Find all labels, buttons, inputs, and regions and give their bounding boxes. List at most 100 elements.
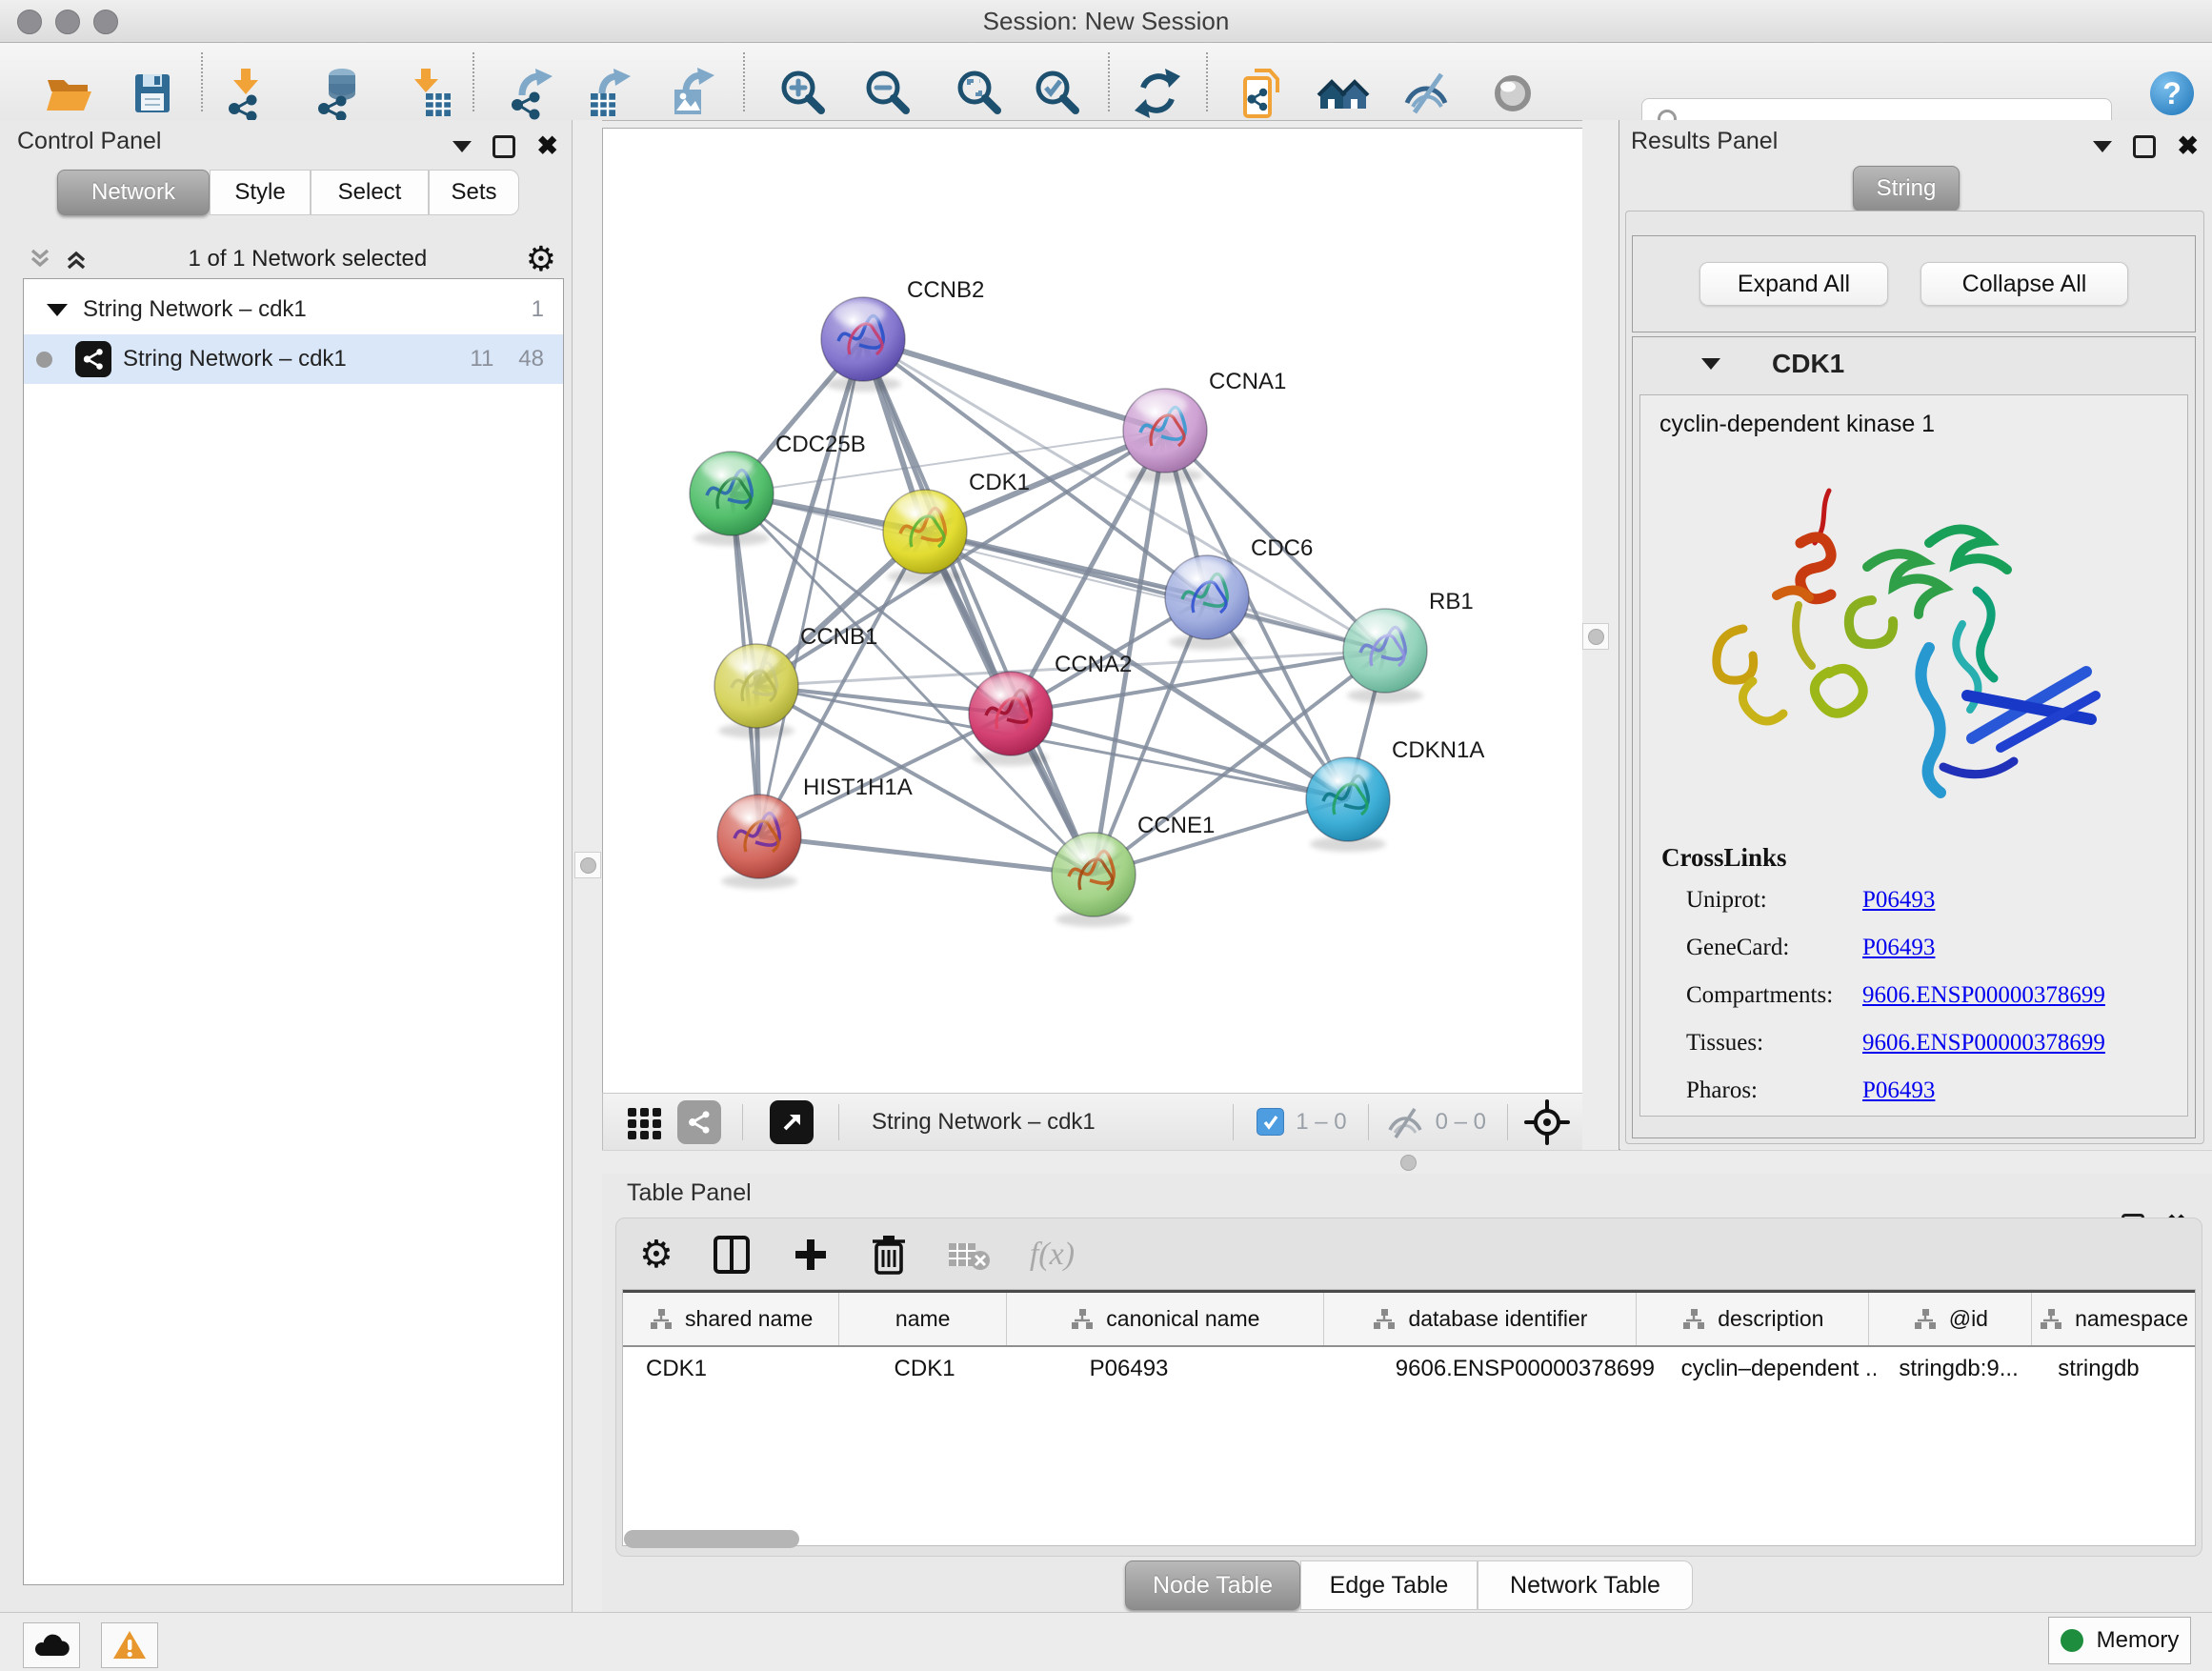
- import-table-file-icon[interactable]: [399, 63, 460, 124]
- crosslink-compartments[interactable]: 9606.ENSP00000378699: [1862, 982, 2105, 1009]
- collapse-all-icon[interactable]: [27, 246, 53, 272]
- toolbar-separator: [201, 52, 203, 111]
- crosslink-label: GeneCard:: [1686, 935, 1862, 961]
- import-network-database-icon[interactable]: [308, 63, 369, 124]
- crosslink-pharos[interactable]: P06493: [1862, 1077, 2105, 1104]
- left-splitter[interactable]: [573, 120, 602, 1612]
- show-columns-icon[interactable]: [712, 1234, 752, 1276]
- window-minimize-icon[interactable]: [55, 10, 80, 34]
- panel-close-icon[interactable]: ✖: [2177, 133, 2199, 159]
- export-network-icon[interactable]: [501, 63, 562, 124]
- panel-menu-icon[interactable]: [2093, 141, 2112, 152]
- hidden-elements-icon[interactable]: [1384, 1103, 1426, 1141]
- window-zoom-icon[interactable]: [93, 10, 118, 34]
- selected-nodes-checkbox[interactable]: [1257, 1108, 1284, 1136]
- gene-section-header[interactable]: CDK1: [1633, 337, 2195, 391]
- new-network-from-selection-icon[interactable]: [1234, 63, 1295, 124]
- zoom-fit-icon[interactable]: [949, 63, 1010, 124]
- network-name: String Network – cdk1: [123, 346, 347, 372]
- network-node-CCNB2[interactable]: CCNB2: [821, 277, 984, 392]
- cell-namespace: stringdb: [2035, 1347, 2195, 1391]
- network-view[interactable]: CCNB2CCNA1CDC25BCDK1CDC6RB1CCNB1CCNA2CDK…: [602, 128, 1583, 1095]
- horizontal-splitter-handle[interactable]: [1400, 1155, 1417, 1171]
- shared-column-icon: [1681, 1307, 1706, 1332]
- column-header-database-identifier[interactable]: database identifier: [1324, 1293, 1638, 1345]
- column-header-name[interactable]: name: [839, 1293, 1007, 1345]
- import-network-file-icon[interactable]: [216, 63, 277, 124]
- preview-eye-icon[interactable]: [1482, 63, 1543, 124]
- right-splitter[interactable]: [1582, 120, 1620, 1150]
- zoom-selected-icon[interactable]: [1027, 63, 1088, 124]
- help-icon[interactable]: ?: [2142, 63, 2202, 124]
- panel-float-icon[interactable]: [2133, 135, 2156, 158]
- network-canvas[interactable]: CCNB2CCNA1CDC25BCDK1CDC6RB1CCNB1CCNA2CDK…: [603, 129, 1582, 1094]
- tree-expander-icon[interactable]: [47, 304, 68, 316]
- crosslink-genecard[interactable]: P06493: [1862, 935, 2105, 961]
- collapse-all-button[interactable]: Collapse All: [1920, 262, 2128, 306]
- network-node-RB1[interactable]: RB1: [1343, 589, 1474, 703]
- open-session-icon[interactable]: [38, 63, 99, 124]
- panel-float-icon[interactable]: [493, 135, 515, 158]
- crosslink-tissues[interactable]: 9606.ENSP00000378699: [1862, 1030, 2105, 1057]
- right-splitter-handle[interactable]: [1582, 623, 1609, 650]
- network-node-HIST1H1A[interactable]: HIST1H1A: [717, 775, 913, 889]
- export-image-icon[interactable]: [663, 63, 724, 124]
- save-session-icon[interactable]: [122, 63, 183, 124]
- birdseye-view-icon[interactable]: [770, 1100, 814, 1144]
- table-row[interactable]: CDK1 CDK1 P06493 9606.ENSP00000378699 cy…: [623, 1347, 2195, 1391]
- delete-column-icon[interactable]: [870, 1233, 908, 1277]
- network-edge[interactable]: [925, 532, 1385, 651]
- expand-all-button[interactable]: Expand All: [1699, 262, 1888, 306]
- network-edge[interactable]: [759, 339, 863, 836]
- shared-column-icon: [2039, 1307, 2063, 1332]
- fit-selected-crosshair-icon[interactable]: [1523, 1098, 1571, 1146]
- tab-sets[interactable]: Sets: [429, 170, 519, 215]
- expand-all-icon[interactable]: [63, 246, 90, 272]
- tab-string[interactable]: String: [1853, 166, 1960, 211]
- panel-menu-icon[interactable]: [452, 141, 472, 152]
- column-header-canonical-name[interactable]: canonical name: [1007, 1293, 1324, 1345]
- panel-close-icon[interactable]: ✖: [536, 133, 558, 159]
- network-node-CCNA1[interactable]: CCNA1: [1123, 369, 1286, 483]
- network-share-icon[interactable]: [677, 1100, 721, 1144]
- network-collection-row[interactable]: String Network – cdk1 1: [24, 285, 563, 334]
- network-row-selected[interactable]: String Network – cdk1 11 48: [24, 334, 563, 384]
- network-options-gear-icon[interactable]: ⚙: [526, 242, 556, 276]
- export-table-icon[interactable]: [579, 63, 640, 124]
- tab-edge-table[interactable]: Edge Table: [1300, 1560, 1478, 1610]
- tab-network-table[interactable]: Network Table: [1478, 1560, 1693, 1610]
- network-node-CDKN1A[interactable]: CDKN1A: [1306, 737, 1484, 852]
- column-header-description[interactable]: description: [1637, 1293, 1869, 1345]
- warning-status-button[interactable]: [101, 1622, 158, 1668]
- table-options-gear-icon[interactable]: ⚙: [639, 1236, 674, 1274]
- cell-id: stringdb:9...: [1876, 1347, 2035, 1391]
- tab-select[interactable]: Select: [311, 170, 429, 215]
- tab-network[interactable]: Network: [57, 170, 210, 215]
- network-edge[interactable]: [863, 339, 1165, 431]
- tab-node-table[interactable]: Node Table: [1125, 1560, 1300, 1610]
- crosslink-uniprot[interactable]: P06493: [1862, 887, 2105, 914]
- horizontal-scrollbar-thumb[interactable]: [624, 1530, 799, 1548]
- create-column-icon[interactable]: [790, 1234, 832, 1276]
- toolbar-separator: [1108, 52, 1110, 111]
- left-splitter-handle[interactable]: [574, 852, 601, 878]
- hide-unhide-icon[interactable]: [1396, 63, 1457, 124]
- network-node-CDC6[interactable]: CDC6: [1165, 535, 1313, 650]
- toolbar-separator: [473, 52, 474, 111]
- zoom-out-icon[interactable]: [857, 63, 918, 124]
- window-close-icon[interactable]: [17, 10, 42, 34]
- home-icon[interactable]: [1313, 63, 1374, 124]
- column-header-namespace[interactable]: namespace: [2032, 1293, 2195, 1345]
- column-header-id[interactable]: @id: [1869, 1293, 2032, 1345]
- horizontal-splitter[interactable]: [602, 1150, 2212, 1176]
- zoom-in-icon[interactable]: [773, 63, 834, 124]
- cell-shared-name: CDK1: [623, 1347, 828, 1391]
- grid-view-icon[interactable]: [622, 1100, 666, 1144]
- refresh-icon[interactable]: [1127, 63, 1188, 124]
- node-label: CDK1: [969, 470, 1030, 495]
- network-edge[interactable]: [759, 836, 1094, 875]
- column-header-shared-name[interactable]: shared name: [623, 1293, 839, 1345]
- cloud-status-button[interactable]: [23, 1622, 80, 1668]
- memory-button[interactable]: Memory: [2048, 1617, 2191, 1664]
- tab-style[interactable]: Style: [210, 170, 311, 215]
